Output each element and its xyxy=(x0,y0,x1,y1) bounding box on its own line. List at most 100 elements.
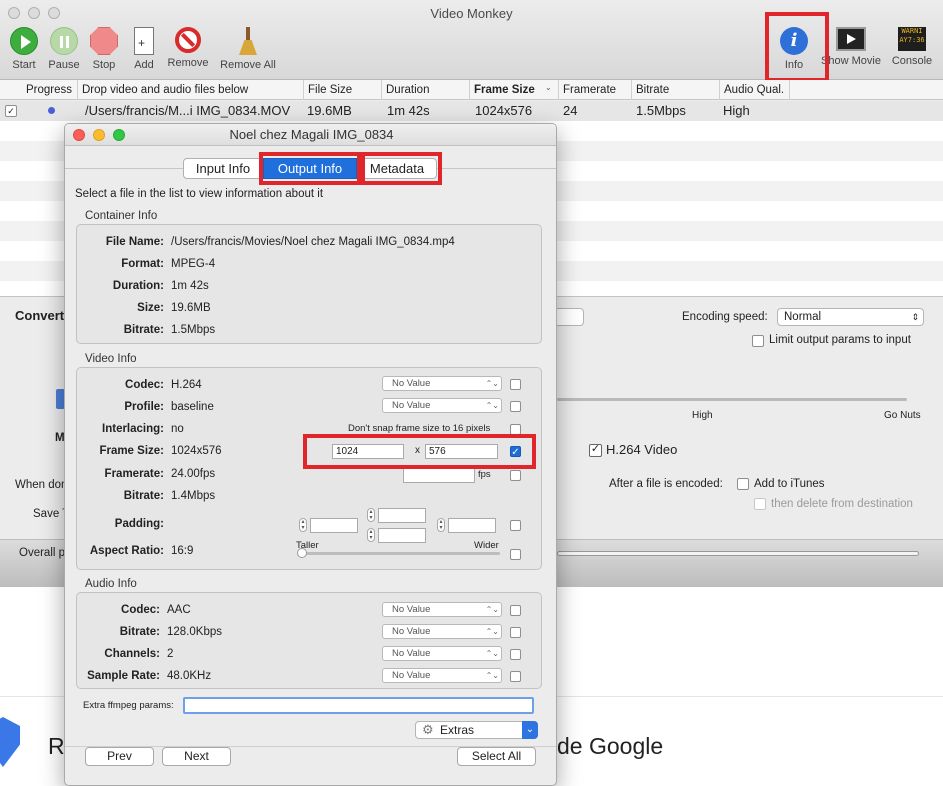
add-to-itunes-label: Add to iTunes xyxy=(754,478,825,490)
encoding-speed-select[interactable]: Normal ⇕ xyxy=(777,308,924,326)
file-table-header: Progress Drop video and audio files belo… xyxy=(0,80,943,100)
console-button[interactable]: WARNI AY7:36 Console xyxy=(884,27,940,67)
frame-size-highlight-box xyxy=(303,434,536,469)
padding-checkbox[interactable] xyxy=(510,520,521,531)
select-all-button[interactable]: Select All xyxy=(457,747,536,766)
format-label: Format: xyxy=(121,258,164,270)
panel-zoom-button[interactable] xyxy=(113,129,125,141)
overall-progress-label: Overall p xyxy=(19,547,66,559)
extras-menu-button[interactable]: ⚙ Extras ⌄ xyxy=(415,721,538,739)
movie-icon xyxy=(836,27,866,51)
codec-label: Codec: xyxy=(125,379,164,391)
panel-close-button[interactable] xyxy=(73,129,85,141)
metadata-highlight-box xyxy=(361,152,442,185)
container-info-group: File Name: /Users/francis/Movies/Noel ch… xyxy=(76,224,542,344)
framerate-input[interactable] xyxy=(403,468,475,483)
check-icon: ✓ xyxy=(590,443,601,455)
profile-checkbox[interactable] xyxy=(510,401,521,412)
info-highlight-box xyxy=(765,12,829,82)
sample-rate-checkbox[interactable] xyxy=(510,671,521,682)
tab-input-info[interactable]: Input Info xyxy=(183,158,263,179)
channels-value: 2 xyxy=(167,648,174,660)
next-button[interactable]: Next xyxy=(162,747,231,766)
column-duration[interactable]: Duration xyxy=(382,80,470,100)
then-delete-label: then delete from destination xyxy=(771,498,913,510)
add-file-icon: + xyxy=(134,27,154,55)
column-framerate[interactable]: Framerate xyxy=(559,80,632,100)
then-delete-checkbox[interactable] xyxy=(754,498,766,510)
limit-output-checkbox[interactable] xyxy=(752,335,764,347)
channels-checkbox[interactable] xyxy=(510,649,521,660)
column-bitrate[interactable]: Bitrate xyxy=(632,80,720,100)
prev-button[interactable]: Prev xyxy=(85,747,154,766)
play-icon xyxy=(10,27,38,55)
padding-left-input[interactable] xyxy=(310,518,358,533)
duration-label: Duration: xyxy=(112,280,164,292)
frame-size-label: Frame Size: xyxy=(99,445,164,457)
gear-icon: ⚙ xyxy=(422,722,434,737)
aspect-wider-label: Wider xyxy=(474,540,499,551)
video-codec-checkbox[interactable] xyxy=(510,379,521,390)
slider-label-go-nuts: Go Nuts xyxy=(884,410,921,421)
padding-top-input[interactable] xyxy=(378,508,426,523)
padding-right-input[interactable] xyxy=(448,518,496,533)
framerate-checkbox[interactable] xyxy=(510,470,521,481)
framerate-label: Framerate: xyxy=(104,468,164,480)
row-bitrate: 1.5Mbps xyxy=(636,103,686,118)
encoding-speed-label: Encoding speed: xyxy=(682,311,768,323)
table-row[interactable]: ✓ /Users/francis/M...i IMG_0834.MOV 19.6… xyxy=(0,101,943,121)
row-file-path: /Users/francis/M...i IMG_0834.MOV xyxy=(85,103,291,118)
aspect-slider-track[interactable] xyxy=(300,552,500,555)
duration-value: 1m 42s xyxy=(171,280,209,292)
column-progress[interactable]: Progress xyxy=(22,80,78,100)
column-file-size[interactable]: File Size xyxy=(304,80,382,100)
padding-bottom-stepper[interactable]: ▴ ▾ xyxy=(367,528,375,542)
extra-params-input[interactable] xyxy=(183,697,534,714)
padding-left-stepper[interactable]: ▴ ▾ xyxy=(299,518,307,532)
channels-label: Channels: xyxy=(104,648,160,660)
video-codec-select[interactable]: No Value xyxy=(382,376,502,391)
aspect-ratio-label: Aspect Ratio: xyxy=(89,545,164,557)
audio-codec-checkbox[interactable] xyxy=(510,605,521,616)
container-bitrate-value: 1.5Mbps xyxy=(171,324,216,336)
padding-bottom-input[interactable] xyxy=(378,528,426,543)
row-file-size: 19.6MB xyxy=(307,103,352,118)
framerate-value: 24.00fps xyxy=(171,468,216,480)
padding-top-stepper[interactable]: ▴ ▾ xyxy=(367,508,375,522)
select-arrows-icon: ⇕ xyxy=(911,312,919,322)
extra-params-label: Extra ffmpeg params: xyxy=(83,700,174,711)
status-dot-icon xyxy=(48,107,55,114)
file-name-value: /Users/francis/Movies/Noel chez Magali I… xyxy=(171,236,455,248)
audio-codec-select[interactable]: No Value xyxy=(382,602,502,617)
aspect-checkbox[interactable] xyxy=(510,549,521,560)
add-to-itunes-checkbox[interactable] xyxy=(737,478,749,490)
container-bitrate-label: Bitrate: xyxy=(123,324,164,336)
video-bitrate-value: 1.4Mbps xyxy=(171,490,216,502)
row-enabled-checkbox[interactable]: ✓ xyxy=(5,105,17,117)
frame-size-value: 1024x576 xyxy=(171,445,222,457)
sample-rate-select[interactable]: No Value xyxy=(382,668,502,683)
channels-select[interactable]: No Value xyxy=(382,646,502,661)
row-framerate: 24 xyxy=(563,103,578,118)
profile-select[interactable]: No Value xyxy=(382,398,502,413)
remove-button[interactable]: Remove xyxy=(160,27,216,69)
broom-icon xyxy=(234,27,262,55)
panel-minimize-button[interactable] xyxy=(93,129,105,141)
remove-all-button[interactable]: Remove All xyxy=(218,27,278,71)
audio-bitrate-select[interactable]: No Value xyxy=(382,624,502,639)
after-encoded-label: After a file is encoded: xyxy=(609,478,723,490)
quality-slider-track[interactable] xyxy=(557,398,907,401)
chevron-down-icon: ⌄ xyxy=(522,721,538,739)
column-file[interactable]: Drop video and audio files below xyxy=(78,80,304,100)
stop-icon xyxy=(90,27,118,55)
padding-right-stepper[interactable]: ▴ ▾ xyxy=(437,518,445,532)
column-audio-quality[interactable]: Audio Qual. xyxy=(720,80,790,100)
audio-bitrate-checkbox[interactable] xyxy=(510,627,521,638)
audio-bitrate-label: Bitrate: xyxy=(119,626,160,638)
aspect-slider-thumb[interactable] xyxy=(297,548,307,558)
slider-label-high: High xyxy=(692,410,713,421)
background-text-left: R xyxy=(48,733,65,759)
sort-chevron-icon: ⌄ xyxy=(545,83,552,92)
shield-icon xyxy=(0,717,20,767)
format-value: MPEG-4 xyxy=(171,258,216,270)
